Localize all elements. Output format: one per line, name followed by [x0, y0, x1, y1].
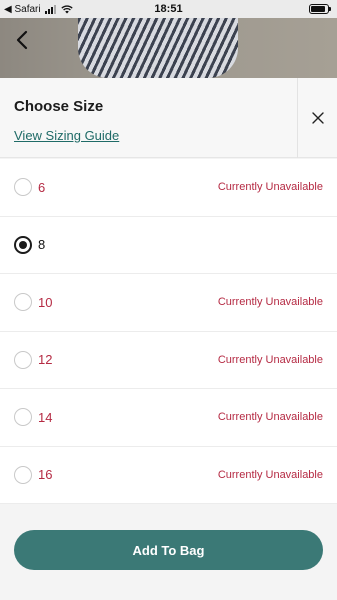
- status-bar: ◀ Safari 18:51: [0, 0, 337, 18]
- availability-status: Currently Unavailable: [217, 411, 323, 424]
- size-radio[interactable]: [14, 350, 32, 369]
- size-label: 10: [38, 294, 53, 310]
- sheet-title: Choose Size: [14, 98, 104, 115]
- size-label: 12: [38, 352, 53, 368]
- size-option-14[interactable]: 14 Currently Unavailable: [0, 389, 337, 447]
- availability-status: Currently Unavailable: [217, 181, 323, 194]
- chevron-left-icon: [16, 30, 28, 50]
- availability-status: Currently Unavailable: [217, 468, 323, 481]
- size-label: 8: [38, 237, 46, 253]
- size-option-12[interactable]: 12 Currently Unavailable: [0, 332, 337, 389]
- size-option-6[interactable]: 6 Currently Unavailable: [0, 159, 337, 217]
- striped-skirt-image: [78, 18, 238, 78]
- product-image: [0, 18, 337, 78]
- availability-status: Currently Unavailable: [217, 353, 323, 366]
- size-option-10[interactable]: 10 Currently Unavailable: [0, 274, 337, 332]
- size-list: 6 Currently Unavailable 8 10 Currently Unava…: [0, 159, 337, 504]
- size-option-16[interactable]: 16 Currently Unavailable: [0, 447, 337, 504]
- sizing-guide-link[interactable]: View Sizing Guide: [14, 128, 119, 143]
- add-to-bag-button[interactable]: Add To Bag: [14, 530, 323, 570]
- footer: Add To Bag: [0, 512, 337, 600]
- size-radio[interactable]: [14, 293, 32, 312]
- battery-icon: [309, 4, 331, 14]
- close-button[interactable]: [297, 78, 337, 158]
- size-radio[interactable]: [14, 235, 32, 254]
- availability-status: Currently Unavailable: [217, 296, 323, 309]
- size-radio[interactable]: [14, 408, 32, 427]
- size-label: 16: [38, 467, 53, 483]
- close-icon: [311, 112, 324, 124]
- size-radio[interactable]: [14, 465, 32, 484]
- size-option-8[interactable]: 8: [0, 217, 337, 274]
- size-label: 6: [38, 179, 46, 195]
- status-time: 18:51: [154, 3, 183, 15]
- size-label: 14: [38, 409, 53, 425]
- back-button[interactable]: [10, 26, 34, 54]
- size-radio[interactable]: [14, 178, 32, 197]
- size-sheet-header: Choose Size View Sizing Guide: [0, 78, 337, 158]
